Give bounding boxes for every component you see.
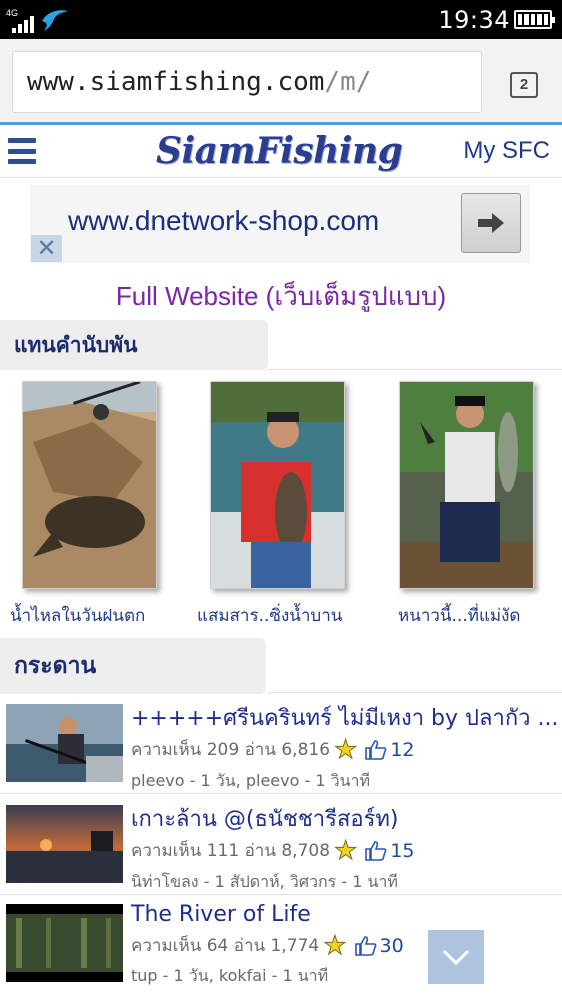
thread-meta: pleevo - 1 วัน, pleevo - 1 วินาที [131,771,371,790]
featured-caption[interactable]: หนาวนี้...ที่แม่งัด [398,602,562,629]
divider [268,692,562,693]
thread-thumbnail[interactable] [6,805,123,883]
browser-toolbar: www.siamfishing.com/m/ 2 [0,39,562,125]
thread-meta: tup - 1 วัน, kokfai - 1 นาที [131,966,329,985]
address-bar[interactable]: www.siamfishing.com/m/ [12,51,482,113]
ad-banner[interactable]: www.dnetwork-shop.com [30,185,530,263]
site-header: SiamFishing My SFC [0,128,562,178]
thread-stats: ความเห็น 64 อ่าน 1,774 ★ 30 [131,932,404,959]
featured-gallery: น้ำไหลในวันฝนตก แสมสาร..ซิ่งน้ำบาน หนาวน… [0,378,562,636]
thread-thumbnail[interactable] [6,704,123,782]
like-count: 12 [365,738,415,761]
thread-row[interactable]: เกาะล้าน @(ธนัชชารีสอร์ท) ความเห็น 111 อ… [0,795,562,895]
thumbs-up-icon [354,935,376,956]
like-count-text: 12 [390,738,415,761]
full-website-link[interactable]: Full Website (เว็บเต็มรูปแบบ) [0,276,562,317]
clock: 19:34 [438,6,510,34]
featured-photo[interactable] [210,381,345,589]
battery-icon [514,10,555,29]
divider [268,369,562,370]
like-count-text: 15 [390,839,415,862]
tab-switcher-button[interactable]: 2 [510,72,538,98]
arrow-right-icon [478,213,504,233]
star-icon: ★ [334,835,358,866]
like-count: 30 [354,934,404,957]
featured-caption[interactable]: น้ำไหลในวันฝนตก [10,602,185,629]
ad-arrow-button[interactable] [461,193,521,253]
thread-stats: ความเห็น 111 อ่าน 8,708 ★ 15 [131,837,415,864]
star-icon: ★ [323,930,347,961]
featured-caption[interactable]: แสมสาร..ซิ่งน้ำบาน [197,602,372,629]
ad-link-text[interactable]: www.dnetwork-shop.com [68,205,379,237]
featured-photo[interactable] [22,381,157,589]
star-icon: ★ [334,734,358,765]
url-host: www.siamfishing.com [27,67,325,97]
signal-icon [12,13,34,33]
thread-stats-text: ความเห็น 64 อ่าน 1,774 [131,936,320,956]
site-logo[interactable]: SiamFishing [156,130,403,172]
hamburger-menu-icon[interactable] [8,138,36,164]
thread-thumbnail[interactable] [6,904,123,982]
url-path: /m/ [324,67,372,97]
thread-stats-text: ความเห็น 111 อ่าน 8,708 [131,841,331,861]
thread-row[interactable]: +++++ศรีนครินทร์ ไม่มีเหงา by ปลากัว ...… [0,694,562,794]
carrier-bird-icon [42,10,68,31]
like-count: 15 [365,839,415,862]
scroll-down-button[interactable] [428,930,484,984]
chevron-down-icon [442,949,470,966]
thread-title[interactable]: +++++ศรีนครินทร์ ไม่มีเหงา by ปลากัว ... [131,700,556,735]
status-bar: 4G 19:34 [0,0,562,39]
ad-close-icon[interactable]: ✕ [31,235,62,262]
thumbs-up-icon [365,739,387,760]
featured-section-title: แทนคำนับพัน [0,320,268,370]
thread-title[interactable]: เกาะล้าน @(ธนัชชารีสอร์ท) [131,801,556,836]
board-section-title: กระดาน [0,638,266,694]
my-sfc-link[interactable]: My SFC [463,137,550,165]
thread-stats-text: ความเห็น 209 อ่าน 6,816 [131,740,331,760]
thread-meta: นิท่าโขลง - 1 สัปดาห์, วิศวกร - 1 นาที [131,872,398,891]
thread-stats: ความเห็น 209 อ่าน 6,816 ★ 12 [131,736,415,763]
like-count-text: 30 [379,934,404,957]
thread-title[interactable]: The River of Life [131,902,556,927]
featured-photo[interactable] [399,381,534,589]
thumbs-up-icon [365,840,387,861]
